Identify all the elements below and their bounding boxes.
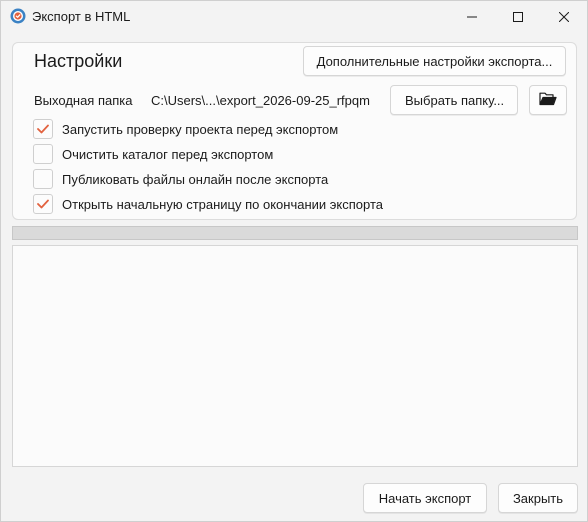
open-folder-button[interactable]: [529, 85, 567, 115]
choose-folder-button[interactable]: Выбрать папку...: [390, 85, 518, 115]
option-clear-directory[interactable]: Очистить каталог перед экспортом: [33, 143, 273, 165]
checkbox-label[interactable]: Открыть начальную страницу по окончании …: [62, 197, 383, 212]
close-button[interactable]: Закрыть: [498, 483, 578, 513]
settings-title: Настройки: [34, 51, 123, 71]
minimize-icon: [467, 12, 477, 22]
checkbox[interactable]: [33, 169, 53, 189]
title-bar[interactable]: Экспорт в HTML: [1, 1, 587, 32]
settings-panel: Настройки Дополнительные настройки экспо…: [12, 42, 577, 220]
export-progress-bar: [12, 226, 578, 240]
minimize-button[interactable]: [449, 1, 495, 32]
start-export-button[interactable]: Начать экспорт: [363, 483, 487, 513]
advanced-settings-button[interactable]: Дополнительные настройки экспорта...: [303, 46, 566, 76]
checkbox[interactable]: [33, 194, 53, 214]
checkmark-icon: [37, 197, 49, 212]
close-window-button[interactable]: [541, 1, 587, 32]
checkbox-label[interactable]: Запустить проверку проекта перед экспорт…: [62, 122, 338, 137]
checkbox[interactable]: [33, 144, 53, 164]
maximize-icon: [513, 11, 523, 22]
checkbox-label[interactable]: Публиковать файлы онлайн после экспорта: [62, 172, 328, 187]
checkmark-icon: [37, 122, 49, 137]
checkbox-label[interactable]: Очистить каталог перед экспортом: [62, 147, 273, 162]
app-export-icon: [10, 8, 26, 24]
maximize-button[interactable]: [495, 1, 541, 32]
option-publish-online[interactable]: Публиковать файлы онлайн после экспорта: [33, 168, 328, 190]
option-validate-project[interactable]: Запустить проверку проекта перед экспорт…: [33, 118, 338, 140]
output-folder-label: Выходная папка: [34, 93, 133, 108]
output-folder-path: C:\Users\...\export_2026-09-25_rfpqm: [151, 93, 370, 108]
option-open-start-page[interactable]: Открыть начальную страницу по окончании …: [33, 193, 383, 215]
folder-open-icon: [539, 92, 557, 109]
checkbox[interactable]: [33, 119, 53, 139]
close-icon: [559, 11, 569, 22]
export-dialog-window: Экспорт в HTML Настройки Дополнительные …: [0, 0, 588, 522]
window-title: Экспорт в HTML: [32, 9, 131, 24]
export-log-area[interactable]: [12, 245, 578, 467]
